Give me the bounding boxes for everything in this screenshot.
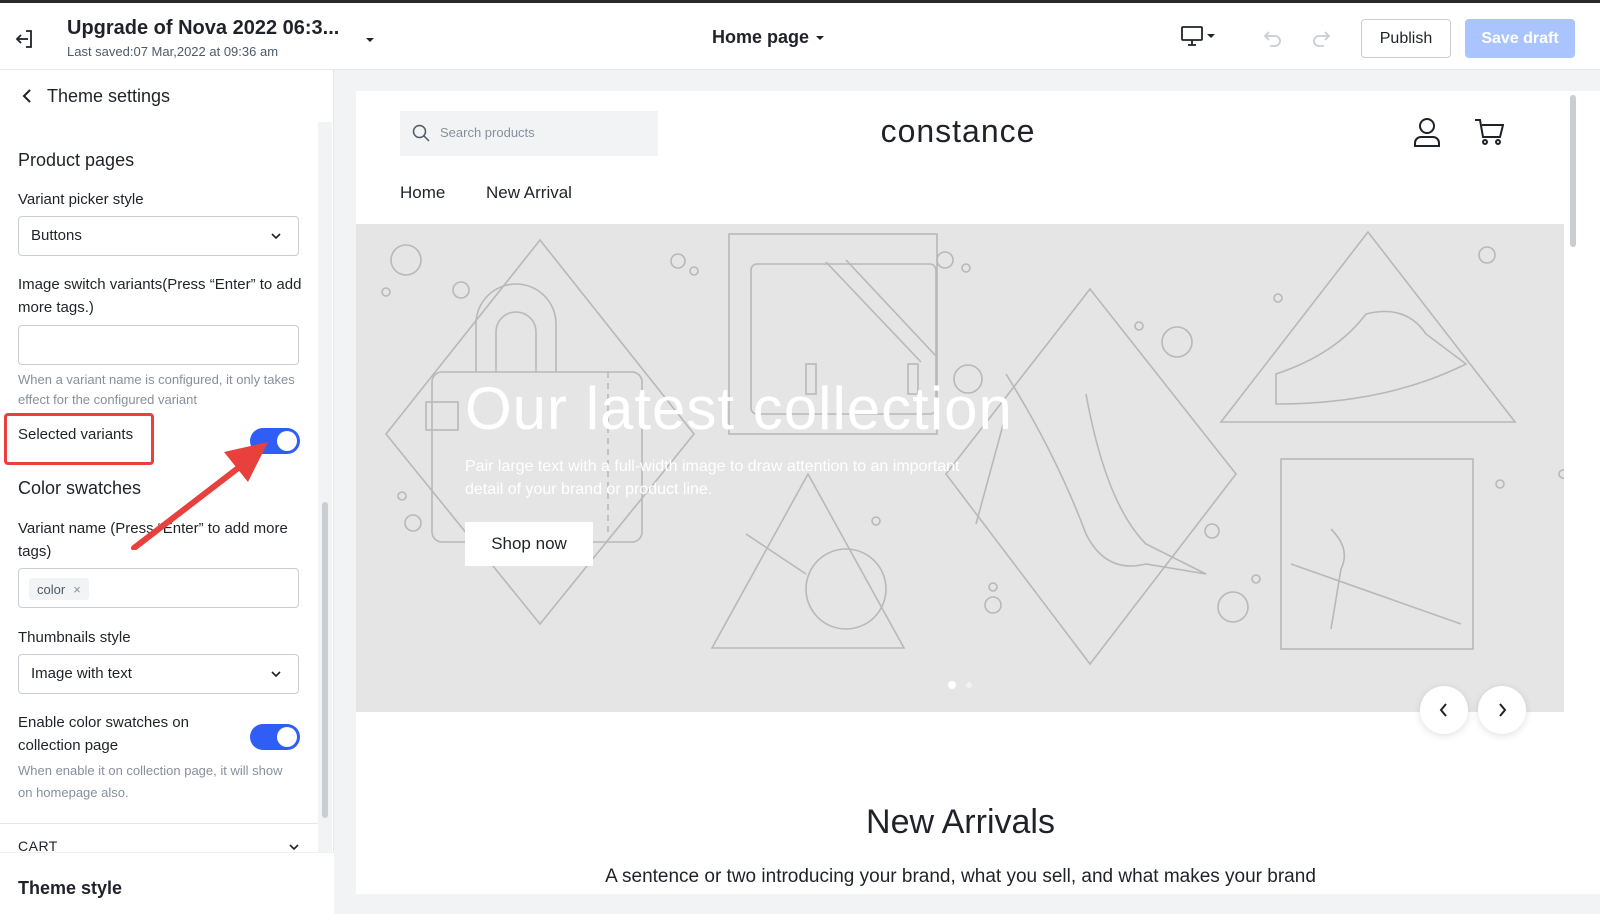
variant-picker-value: Buttons [31,227,82,244]
preview-scrollbar-thumb[interactable] [1570,95,1576,247]
variant-picker-label: Variant picker style [18,191,144,208]
redo-icon[interactable] [1310,27,1332,49]
tag-chip: color × [29,578,89,600]
enable-swatches-hint: When enable it on collection page, it wi… [18,763,283,800]
chevron-left-icon [1439,703,1447,717]
page-selector[interactable]: Home page [712,27,825,48]
storefront-preview: Search products constance Home New Arriv… [356,91,1565,894]
preview-scrollbar[interactable] [1564,91,1600,894]
publish-button[interactable]: Publish [1361,19,1451,58]
hero-banner: Our latest collection Pair large text wi… [356,224,1565,712]
theme-title: Upgrade of Nova 2022 06:3... [67,17,340,39]
save-draft-button[interactable]: Save draft [1465,19,1575,58]
theme-style-label: Theme style [18,878,123,898]
toggle-knob [277,431,297,451]
hero-subtext: Pair large text with a full-width image … [465,458,960,498]
shop-now-button[interactable]: Shop now [465,522,593,566]
thumbnails-style-select[interactable]: Image with text [18,654,299,694]
sidebar-header: Theme settings [0,70,334,122]
section-tagline: A sentence or two introducing your brand… [605,866,1316,887]
image-switch-hint: When a variant name is configured, it on… [18,372,295,407]
cart-icon[interactable] [1474,118,1504,146]
chevron-right-icon [1499,703,1507,717]
toggle-knob [277,727,297,747]
desktop-icon [1181,26,1203,46]
slide-prev-button[interactable] [1420,686,1468,734]
store-search-bar[interactable]: Search products [400,111,658,156]
chevron-down-icon [271,671,281,678]
caret-down-icon[interactable] [364,35,376,45]
image-switch-label: Image switch variants(Press “Enter” to a… [18,276,302,316]
remove-tag-icon[interactable]: × [73,582,81,597]
variant-name-tag-input[interactable]: color × [18,568,299,608]
user-icon[interactable] [1413,117,1441,147]
variant-picker-select[interactable]: Buttons [18,216,299,256]
sidebar-scrollbar-thumb[interactable] [322,502,328,818]
page-selector-label: Home page [712,27,810,47]
device-selector[interactable] [1180,25,1216,47]
thumbnails-style-label: Thumbnails style [18,629,131,646]
slide-dot[interactable] [966,682,972,688]
image-switch-input[interactable] [18,325,299,365]
new-arrivals-heading: New Arrivals [866,803,1055,841]
slide-dot-active[interactable] [948,681,956,689]
undo-icon[interactable] [1262,27,1284,49]
chevron-down-icon [289,844,299,851]
thumbnails-style-value: Image with text [31,665,132,682]
search-icon [412,124,430,142]
tag-label: color [37,581,66,597]
caret-down-icon [816,35,825,40]
hero-heading: Our latest collection [465,375,1013,442]
caret-down-icon [1207,34,1215,38]
chevron-down-icon [271,233,281,240]
theme-style-section[interactable]: Theme style [0,852,334,914]
sidebar-title: Theme settings [47,86,171,106]
product-pages-heading: Product pages [18,150,135,170]
nav-link-home[interactable]: Home [400,183,445,203]
enable-swatches-toggle[interactable] [250,724,300,750]
enable-swatches-label: Enable color swatches on collection page [18,714,189,754]
annotation-arrow-icon [131,442,268,550]
exit-icon[interactable] [12,27,36,51]
store-search-placeholder: Search products [440,125,535,140]
section-divider [0,823,318,824]
last-saved-text: Last saved:07 Mar,2022 at 09:36 am [67,44,279,59]
top-bar: Upgrade of Nova 2022 06:3... Last saved:… [0,0,1600,70]
nav-link-new-arrival[interactable]: New Arrival [486,183,572,203]
back-arrow-icon[interactable] [20,87,34,105]
store-logo[interactable]: constance [788,113,1128,150]
slide-next-button[interactable] [1478,686,1526,734]
